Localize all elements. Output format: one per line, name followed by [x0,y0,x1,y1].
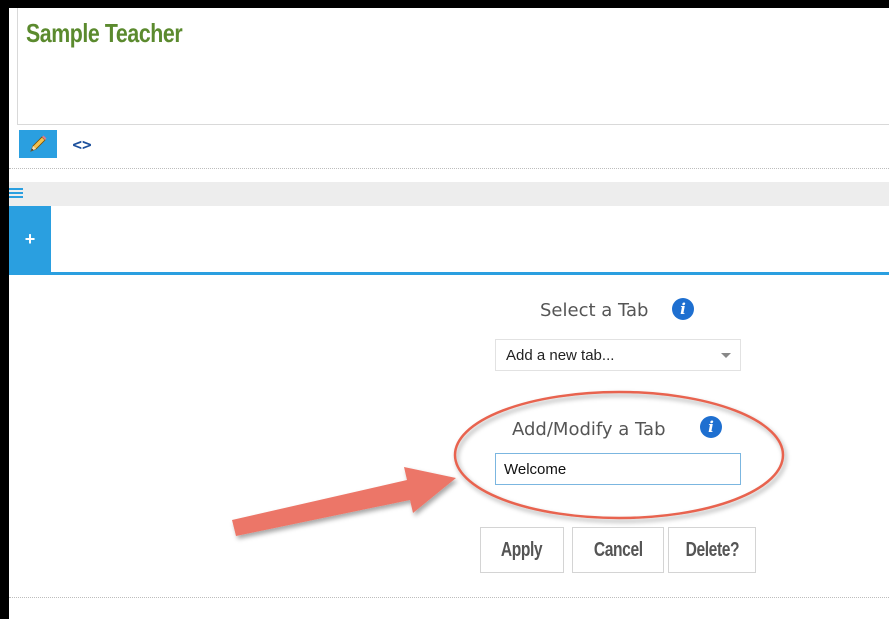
arrow-icon [232,467,456,536]
highlight-ellipse [453,390,785,520]
callout-annotation [232,390,785,536]
